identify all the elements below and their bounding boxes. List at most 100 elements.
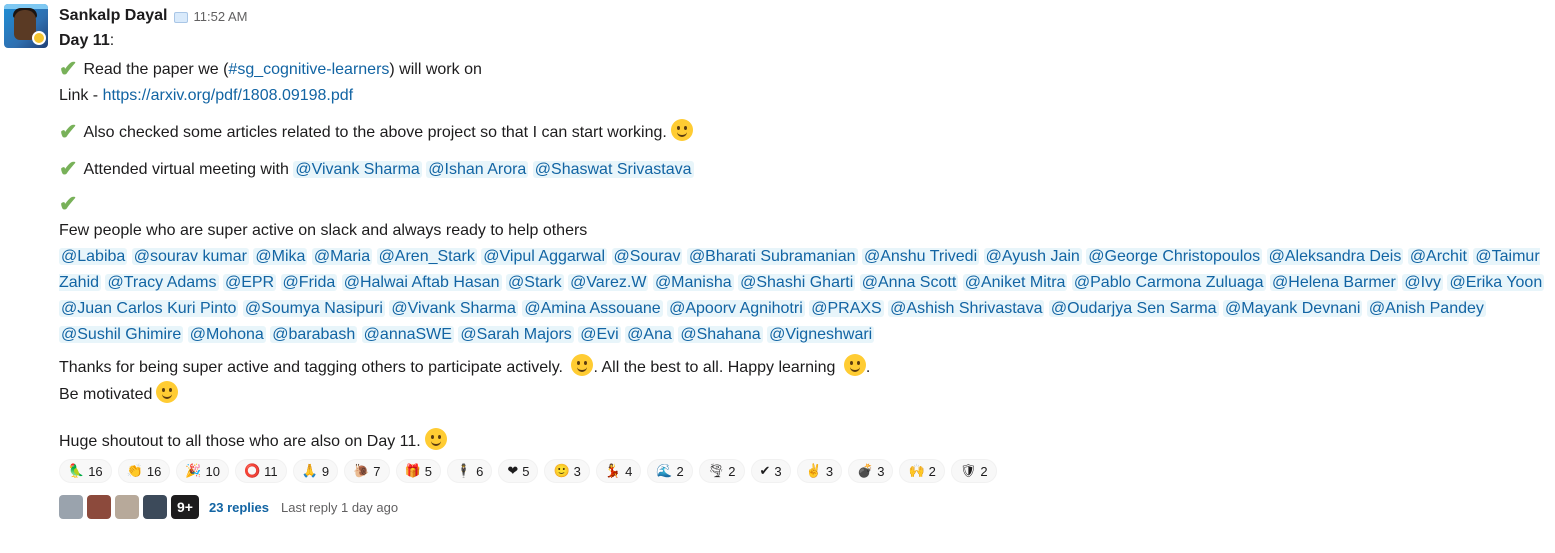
mention[interactable]: @Bharati Subramanian — [686, 248, 858, 265]
mention[interactable]: @Juan Carlos Kuri Pinto — [59, 300, 239, 317]
reaction-pill[interactable]: 💣 3 — [848, 459, 894, 483]
reaction-pill[interactable]: ⭕ 11 — [234, 459, 287, 483]
reaction-pill[interactable]: 🕴 6 — [446, 459, 493, 483]
mention[interactable]: @EPR — [222, 274, 277, 291]
mention[interactable]: @Stark — [506, 274, 564, 291]
reaction-pill[interactable]: 👏 16 — [117, 459, 171, 483]
mention[interactable]: @Manisha — [652, 274, 734, 291]
mention[interactable]: @Archit — [1407, 248, 1469, 265]
smile-icon — [424, 428, 447, 450]
mention[interactable]: @Tracy Adams — [105, 274, 219, 291]
mention[interactable]: @Vigneshwari — [767, 326, 875, 343]
check-icon: ✔ — [59, 119, 78, 144]
clap-icon: 👏 — [126, 463, 143, 478]
mention[interactable]: @Vivank Sharma — [389, 300, 518, 317]
motivated-line: Be motivated — [59, 381, 1549, 408]
reaction-pill[interactable]: 🛡 2 — [950, 459, 997, 483]
read-line: ✔ Read the paper we (#sg_cognitive-learne… — [59, 54, 1549, 83]
replies-link[interactable]: 23 replies — [209, 500, 269, 515]
reaction-pill[interactable]: ✌ 3 — [796, 459, 843, 483]
reaction-count: 3 — [774, 463, 782, 479]
mention[interactable]: @Evi — [578, 326, 621, 343]
thanks-text-a: Thanks for being super active and taggin… — [59, 359, 563, 376]
mention[interactable]: @George Christopoulos — [1086, 248, 1263, 265]
channel-link[interactable]: #sg_cognitive-learners — [228, 61, 389, 78]
timestamp[interactable]: 11:52 AM — [194, 9, 248, 24]
mention[interactable]: @barabash — [270, 326, 358, 343]
smile-icon — [156, 381, 179, 403]
mention[interactable]: @Helena Barmer — [1270, 274, 1398, 291]
reaction-pill[interactable]: 🦜 16 — [59, 459, 112, 483]
mention[interactable]: @Frida — [280, 274, 338, 291]
bomb-icon: 💣 — [857, 463, 874, 478]
mention[interactable]: @Anish Pandey — [1366, 300, 1486, 317]
mention[interactable]: @Apoorv Agnihotri — [667, 300, 805, 317]
mention[interactable]: @Sushil Ghimire — [59, 326, 184, 343]
meeting-text: Attended virtual meeting with — [83, 161, 289, 178]
reaction-pill[interactable]: 🎉 10 — [176, 459, 229, 483]
mention[interactable]: @Sarah Majors — [458, 326, 574, 343]
mention[interactable]: @Ivy — [1402, 274, 1444, 291]
reaction-pill[interactable]: 🎁 5 — [395, 459, 441, 483]
mention[interactable]: @Amina Assouane — [522, 300, 663, 317]
day-line: Day 11: — [59, 32, 115, 49]
avatar[interactable] — [4, 4, 48, 48]
reaction-count: 3 — [573, 463, 581, 479]
reaction-pill[interactable]: 🐌 7 — [344, 459, 390, 483]
mention[interactable]: @Varez.W — [568, 274, 649, 291]
reaction-pill[interactable]: 🙌 2 — [899, 459, 945, 483]
reaction-pill[interactable]: 💃 4 — [595, 459, 642, 483]
mention[interactable]: @Mayank Devnani — [1223, 300, 1363, 317]
mention[interactable]: @Sourav — [611, 248, 683, 265]
mention[interactable]: @PRAXS — [809, 300, 884, 317]
mention[interactable]: @Pablo Carmona Zuluaga — [1071, 274, 1266, 291]
reaction-count: 3 — [877, 463, 885, 479]
reaction-count: 2 — [980, 463, 988, 479]
mention[interactable]: @Shaswat Srivastava — [532, 161, 694, 178]
mention[interactable]: @Erika Yoon — [1447, 274, 1545, 291]
mention[interactable]: @Aren_Stark — [376, 248, 477, 265]
mention[interactable]: @Ana — [625, 326, 674, 343]
mention[interactable]: @Shahana — [678, 326, 763, 343]
day-label: Day 11 — [59, 32, 110, 49]
mention[interactable]: @Halwai Aftab Hasan — [341, 274, 502, 291]
reaction-pill[interactable]: 🙏 9 — [292, 459, 339, 483]
mention[interactable]: @Shashi Gharti — [738, 274, 856, 291]
mention[interactable]: @Maria — [311, 248, 373, 265]
check-icon: ✔ — [59, 156, 78, 181]
mention[interactable]: @sourav kumar — [131, 248, 249, 265]
reaction-count: 3 — [825, 463, 834, 479]
reaction-pill[interactable]: ❤ 5 — [498, 459, 539, 483]
smile-icon — [571, 354, 594, 376]
mention[interactable]: @Anna Scott — [859, 274, 959, 291]
mention[interactable]: @Aniket Mitra — [962, 274, 1068, 291]
mention[interactable]: @Mohona — [187, 326, 266, 343]
read-text-post: ) will work on — [389, 61, 482, 78]
mention[interactable]: @annaSWE — [361, 326, 454, 343]
reaction-pill[interactable]: 🌊 2 — [647, 459, 693, 483]
mention[interactable]: @Oudarjya Sen Sarma — [1048, 300, 1219, 317]
articles-line: ✔ Also checked some articles related to t… — [59, 117, 1549, 146]
mention[interactable]: @Ashish Shrivastava — [888, 300, 1045, 317]
reactions-bar: 🦜 16 👏 16 🎉 10 ⭕ 11 🙏 9 🐌 7 🎁 5 🕴 6 ❤ 5 🙂 3 💃 4 🌊 2 🌪 2 ✔ 3 ✌ 3 💣 3 🙌 2 🛡 2 — [59, 459, 1549, 485]
mention[interactable]: @Anshu Trivedi — [861, 248, 980, 265]
mention[interactable]: @Aleksandra Deis — [1266, 248, 1404, 265]
mention[interactable]: @Mika — [253, 248, 308, 265]
link-line: Link - https://arxiv.org/pdf/1808.09198.… — [59, 83, 1549, 109]
avatar-badge-icon — [32, 31, 46, 45]
mention[interactable]: @Ayush Jain — [983, 248, 1082, 265]
reaction-pill[interactable]: ✔ 3 — [750, 459, 791, 483]
paper-link[interactable]: https://arxiv.org/pdf/1808.09198.pdf — [103, 87, 354, 104]
thread-summary[interactable]: 9+ 23 replies Last reply 1 day ago — [59, 493, 1549, 521]
reaction-pill[interactable]: 🙂 3 — [544, 459, 590, 483]
mention[interactable]: @Vivank Sharma — [293, 161, 422, 178]
reaction-pill[interactable]: 🌪 2 — [698, 459, 745, 483]
sender-name[interactable]: Sankalp Dayal — [59, 7, 168, 25]
reaction-count: 9 — [321, 463, 330, 479]
mention[interactable]: @Vipul Aggarwal — [481, 248, 608, 265]
mention[interactable]: @Labiba — [59, 248, 128, 265]
smile-icon — [670, 119, 693, 141]
mention[interactable]: @Soumya Nasipuri — [242, 300, 385, 317]
mention[interactable]: @Ishan Arora — [426, 161, 529, 178]
tornado-icon: 🌪 — [707, 463, 725, 478]
